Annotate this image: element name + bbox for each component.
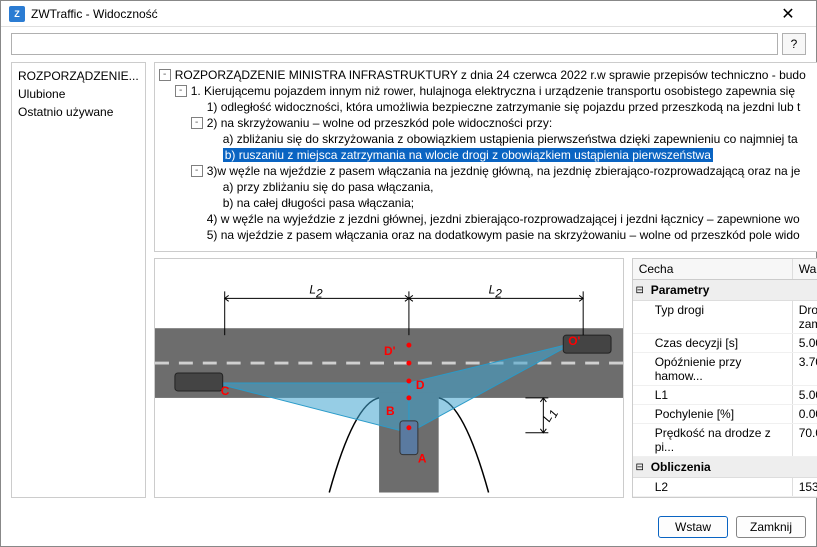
properties-table[interactable]: Cecha Wartość ⊟ Parametry Typ drogiDrogi… (632, 258, 817, 498)
close-dialog-button[interactable]: Zamknij (736, 516, 806, 538)
point-a: A (418, 452, 427, 466)
label-l2-left: L2 (309, 282, 323, 300)
tree-node-1-5[interactable]: 5) na wjeździe z pasem włączania oraz na… (159, 227, 817, 243)
table-row[interactable]: Czas decyzji [s]5.00 (633, 334, 817, 353)
table-row[interactable]: Typ drogiDrogi zamiejskie (633, 301, 817, 334)
collapse-icon[interactable]: ⊟ (633, 462, 647, 473)
close-button[interactable]: ✕ (768, 4, 808, 24)
properties-pane: Cecha Wartość ⊟ Parametry Typ drogiDrogi… (632, 258, 817, 498)
expand-icon[interactable]: - (175, 85, 187, 97)
expand-icon[interactable]: - (159, 69, 171, 81)
point-d-prime: D' (384, 344, 396, 358)
content-area: ROZPORZĄDZENIE... Ulubione Ostatnio używ… (1, 62, 816, 508)
tree-root[interactable]: -ROZPORZĄDZENIE MINISTRA INFRASTRUKTURY … (159, 67, 817, 83)
tree-node-1-4[interactable]: 4) w węźle na wyjeździe z jezdni głównej… (159, 211, 817, 227)
top-toolbar: ? (11, 33, 806, 58)
table-row[interactable]: L2153.00 (633, 478, 817, 497)
tree-node-1-2[interactable]: -2) na skrzyżowaniu – wolne od przeszkód… (159, 115, 817, 131)
point-o-prime: O' (568, 334, 580, 348)
tree-node-1-2-a[interactable]: a) zbliżaniu się do skrzyżowania z obowi… (159, 131, 817, 147)
tree-node-1-2-b-selected[interactable]: b) ruszaniu z miejsca zatrzymania na wlo… (159, 147, 817, 163)
header-val: Wartość (793, 259, 817, 279)
header-key: Cecha (633, 259, 793, 279)
tree-node-1[interactable]: -1. Kierującemu pojazdem innym niż rower… (159, 83, 817, 99)
collapse-icon[interactable]: ⊟ (633, 285, 647, 296)
nav-item-favorites[interactable]: Ulubione (18, 85, 139, 103)
nav-item-recent[interactable]: Ostatnio używane (18, 103, 139, 121)
right-pane: -ROZPORZĄDZENIE MINISTRA INFRASTRUKTURY … (154, 62, 817, 498)
point-c: C (220, 384, 229, 398)
titlebar: Z ZWTraffic - Widoczność ✕ (1, 1, 816, 27)
bottom-row: L2 L2 L1 C O' D' D B A (154, 258, 817, 498)
point-d: D (416, 378, 425, 392)
app-icon: Z (9, 6, 25, 22)
table-row[interactable]: Prędkość na drodze z pi...70.00 (633, 424, 817, 457)
insert-button[interactable]: Wstaw (658, 516, 728, 538)
table-row[interactable]: L15.00 (633, 386, 817, 405)
group-calculations[interactable]: ⊟ Obliczenia (633, 457, 817, 478)
tree-node-1-1[interactable]: 1) odległość widoczności, która umożliwi… (159, 99, 817, 115)
expand-icon[interactable]: - (191, 165, 203, 177)
window-title: ZWTraffic - Widoczność (31, 7, 768, 21)
tree-node-1-3-a[interactable]: a) przy zbliżaniu się do pasa włączania, (159, 179, 817, 195)
expand-icon[interactable]: - (191, 117, 203, 129)
diagram-pane: L2 L2 L1 C O' D' D B A (154, 258, 624, 498)
left-nav-pane: ROZPORZĄDZENIE... Ulubione Ostatnio używ… (11, 62, 146, 498)
help-button[interactable]: ? (782, 33, 806, 55)
tree-node-1-3-b[interactable]: b) na całej długości pasa włączania; (159, 195, 817, 211)
dialog-buttons: Wstaw Zamknij (1, 508, 816, 546)
label-l2-right: L2 (488, 282, 502, 300)
table-row[interactable]: Opóźnienie przy hamow...3.70 (633, 353, 817, 386)
app-window: Z ZWTraffic - Widoczność ✕ ? ROZPORZĄDZE… (0, 0, 817, 547)
tree-node-1-3[interactable]: -3)w węźle na wjeździe z pasem włączania… (159, 163, 817, 179)
search-input[interactable] (11, 33, 778, 55)
table-row[interactable]: Pochylenie [%]0.00% (633, 405, 817, 424)
point-b: B (386, 404, 395, 418)
regulation-tree[interactable]: -ROZPORZĄDZENIE MINISTRA INFRASTRUKTURY … (154, 62, 817, 252)
table-header: Cecha Wartość (633, 259, 817, 280)
visibility-diagram: L2 L2 L1 C O' D' D B A (155, 259, 623, 497)
nav-item-regulation[interactable]: ROZPORZĄDZENIE... (18, 67, 139, 85)
group-parameters[interactable]: ⊟ Parametry (633, 280, 817, 301)
